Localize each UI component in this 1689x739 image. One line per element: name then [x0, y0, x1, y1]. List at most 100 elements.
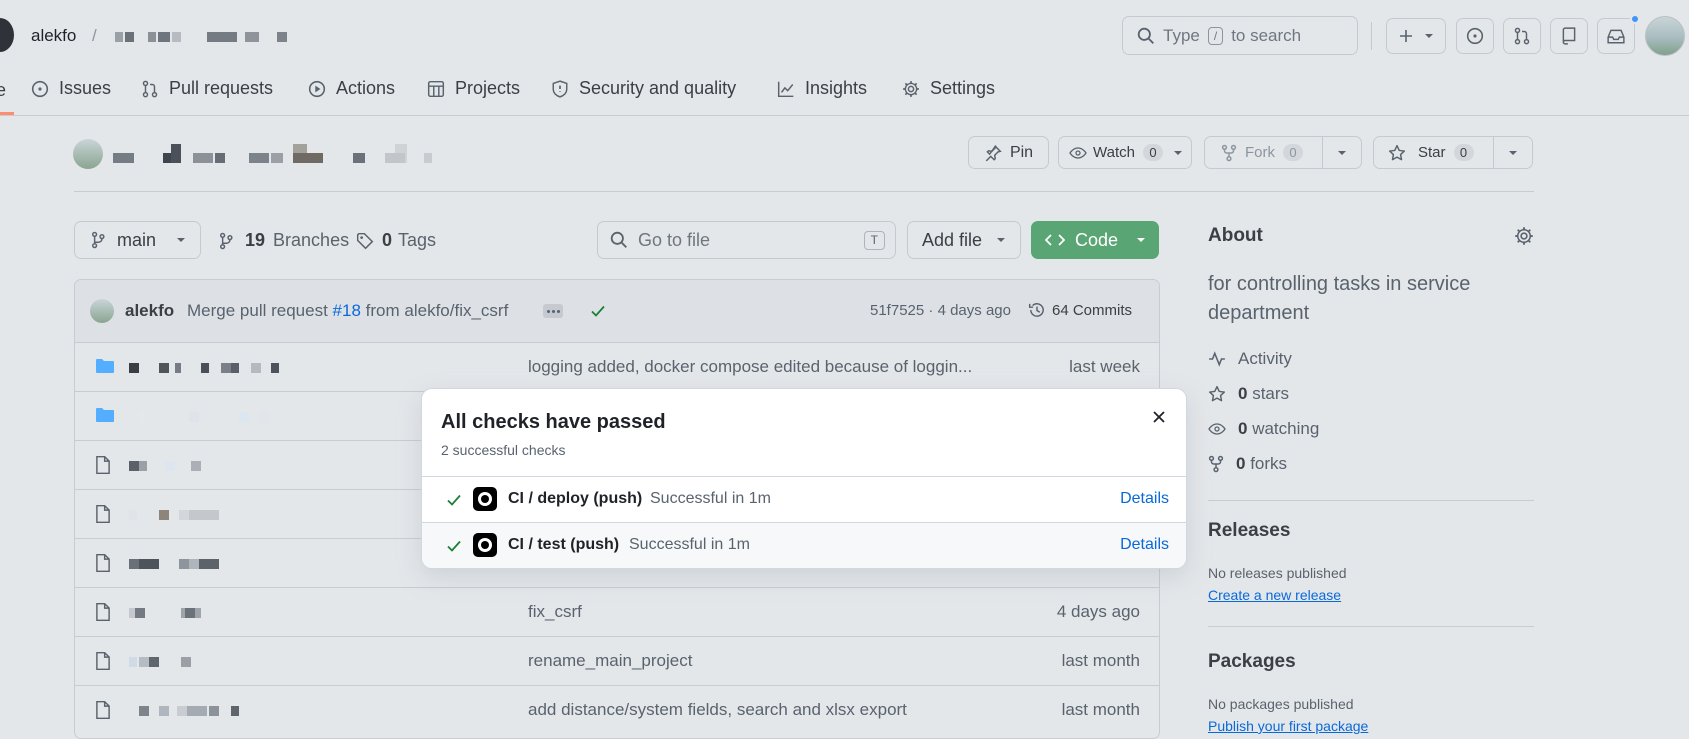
releases-title[interactable]: Releases	[1208, 520, 1290, 542]
star-button[interactable]: Star 0	[1373, 136, 1494, 169]
search-box[interactable]: Type / to search	[1122, 16, 1358, 55]
table-row[interactable]: logging added, docker compose edited bec…	[75, 342, 1159, 391]
notification-dot	[1630, 14, 1640, 24]
commit-message-link[interactable]: rename_main_project	[528, 651, 692, 671]
file-icon	[96, 700, 110, 720]
pull-requests-button[interactable]	[1503, 18, 1541, 54]
packages-title[interactable]: Packages	[1208, 651, 1296, 673]
check-details-link[interactable]: Details	[1120, 536, 1169, 554]
eye-icon	[1069, 146, 1087, 159]
checks-popover: All checks have passed 2 successful chec…	[421, 388, 1187, 569]
github-logo-icon[interactable]	[0, 18, 14, 52]
check-status-icon[interactable]	[590, 303, 606, 319]
tags-link[interactable]: 0 Tags	[356, 230, 436, 251]
about-title: About	[1208, 225, 1263, 246]
activity-link[interactable]: Activity	[1208, 349, 1292, 369]
owner-link[interactable]: alekfo	[31, 26, 76, 46]
file-name-link[interactable]	[129, 412, 329, 422]
file-name-link[interactable]	[129, 363, 329, 373]
repo-name-link[interactable]	[115, 32, 290, 44]
commits-history-link[interactable]: 64 Commits	[1028, 301, 1132, 319]
breadcrumb-separator: /	[92, 26, 97, 45]
tab-settings[interactable]: Settings	[902, 78, 995, 99]
file-name-link[interactable]	[129, 461, 329, 471]
chevron-down-icon[interactable]	[1173, 148, 1183, 158]
pull-request-icon	[142, 80, 158, 97]
table-row[interactable]: rename_main_project last month	[75, 636, 1159, 685]
avatar[interactable]	[1645, 16, 1685, 56]
issue-icon	[1466, 27, 1484, 45]
tab-pull-requests[interactable]: Pull requests	[141, 78, 273, 99]
stars-link[interactable]: 0 stars	[1208, 384, 1289, 404]
close-icon[interactable]	[1151, 409, 1167, 425]
gear-icon[interactable]	[1514, 226, 1534, 246]
table-row[interactable]: add distance/system fields, search and x…	[75, 685, 1159, 734]
inbox-button[interactable]	[1597, 18, 1635, 54]
plus-icon	[1400, 30, 1412, 42]
header-divider	[1371, 22, 1372, 50]
commit-message[interactable]: Merge pull request #18 from alekfo/fix_c…	[187, 301, 508, 321]
commit-pr-link[interactable]: #18	[333, 301, 361, 320]
sidebar-divider	[1208, 500, 1534, 501]
forks-link[interactable]: 0 forks	[1208, 454, 1287, 474]
branches-label: Branches	[273, 230, 350, 250]
watching-link[interactable]: 0 watching	[1208, 419, 1319, 439]
pin-label: Pin	[1009, 143, 1034, 161]
about-description: for controlling tasks in service departm…	[1208, 273, 1471, 324]
file-icon	[96, 504, 110, 524]
pin-button[interactable]: Pin	[968, 136, 1049, 169]
search-shortcut-key: /	[1207, 26, 1224, 45]
eye-icon	[1208, 423, 1226, 435]
code-label: Code	[1075, 229, 1119, 250]
file-name-link[interactable]	[129, 510, 329, 520]
commit-expand-button[interactable]	[543, 304, 563, 318]
commit-message-link[interactable]: fix_csrf	[528, 602, 582, 622]
commit-message-link[interactable]: add distance/system fields, search and x…	[528, 700, 907, 720]
tab-security-and-quality[interactable]: Security and quality	[551, 78, 736, 99]
star-dropdown-button[interactable]	[1493, 136, 1533, 169]
file-name-link[interactable]	[129, 706, 329, 716]
branches-link[interactable]: 19 Branches	[219, 230, 349, 251]
go-to-file-input[interactable]: Go to file T	[597, 221, 896, 259]
watching-label: watching	[1252, 419, 1320, 438]
file-name-link[interactable]	[129, 559, 329, 569]
commit-dot: ·	[928, 302, 934, 319]
commit-message-link[interactable]: logging added, docker compose edited bec…	[528, 357, 972, 377]
add-file-label: Add file	[922, 229, 983, 250]
repositories-button[interactable]	[1550, 18, 1588, 54]
github-actions-icon	[473, 487, 497, 511]
code-button[interactable]: Code	[1031, 221, 1159, 259]
repo-icon	[1562, 27, 1576, 45]
commit-sha[interactable]: 51f7525	[870, 302, 924, 319]
file-name-link[interactable]	[129, 657, 329, 667]
publish-package-link[interactable]: Publish your first package	[1208, 718, 1368, 734]
tab-code-fragment[interactable]: e	[0, 80, 6, 101]
fork-button[interactable]: Fork 0	[1204, 136, 1323, 169]
add-file-button[interactable]: Add file	[907, 221, 1021, 259]
branch-select-button[interactable]: main	[74, 221, 201, 259]
commit-age: 4 days ago	[1056, 602, 1140, 621]
tab-projects[interactable]: Projects	[427, 78, 520, 99]
watch-button[interactable]: Watch 0	[1058, 136, 1192, 169]
tab-actions[interactable]: Actions	[308, 78, 395, 99]
table-row[interactable]: fix_csrf 4 days ago	[75, 587, 1159, 636]
tab-insights[interactable]: Insights	[777, 78, 867, 99]
watch-label: Watch	[1093, 144, 1135, 161]
issues-button[interactable]	[1456, 18, 1494, 54]
commit-author-avatar[interactable]	[90, 299, 114, 323]
chevron-down-icon	[1338, 150, 1346, 155]
search-icon	[1137, 27, 1154, 44]
create-new-button[interactable]	[1386, 18, 1446, 54]
tab-label: Insights	[805, 78, 868, 98]
check-details-link[interactable]: Details	[1120, 490, 1169, 508]
fork-dropdown-button[interactable]	[1322, 136, 1362, 169]
folder-icon	[96, 408, 114, 422]
commit-author[interactable]: alekfo	[125, 301, 174, 321]
file-name-link[interactable]	[129, 608, 329, 618]
tab-issues[interactable]: Issues	[31, 78, 111, 99]
file-icon	[96, 651, 110, 671]
create-release-link[interactable]: Create a new release	[1208, 587, 1341, 603]
file-icon	[96, 553, 110, 573]
activity-label: Activity	[1238, 349, 1292, 368]
commit-age: last month	[1061, 651, 1140, 670]
